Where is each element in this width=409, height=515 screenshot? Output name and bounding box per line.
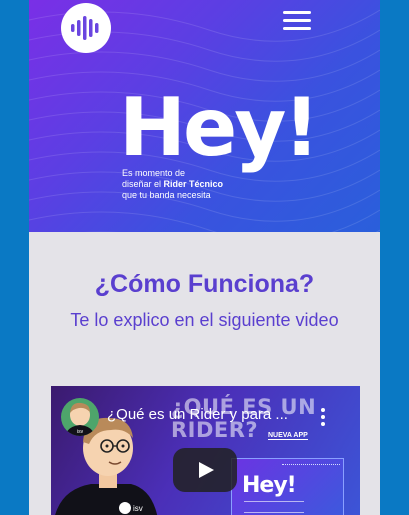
video-embed[interactable]: ¿QUÉ ES UN RIDER? NUEVA APP Hey! isv isv… [51, 386, 360, 515]
section-subtitle: Te lo explico en el siguiente video [70, 310, 339, 330]
play-icon [199, 462, 214, 478]
channel-avatar-image: isv [65, 402, 95, 436]
preview-nav [282, 464, 340, 467]
tagline-line-3: que tu banda necesita [122, 190, 211, 200]
avatar-badge: isv [77, 429, 84, 435]
tagline-line-2-prefix: diseñar el [122, 179, 164, 189]
tagline-line-1: Es momento de [122, 168, 186, 178]
preview-text [244, 501, 304, 513]
hamburger-menu-icon[interactable] [283, 11, 313, 31]
hero-banner: Hey! Es momento de diseñar el Rider Técn… [29, 0, 380, 232]
logo[interactable] [61, 3, 111, 53]
avatar[interactable]: isv [61, 398, 99, 436]
page-container: Hey! Es momento de diseñar el Rider Técn… [29, 0, 380, 515]
hero-tagline: Es momento de diseñar el Rider Técnico q… [122, 168, 272, 201]
tagline-line-2: diseñar el Rider Técnico [122, 179, 272, 190]
play-button[interactable] [173, 448, 237, 492]
preview-heading: Hey! [242, 473, 297, 498]
audio-wave-icon [71, 16, 99, 40]
hero-heading: Hey! [119, 81, 320, 174]
video-title[interactable]: ¿Qué es un Rider y para ... [107, 406, 307, 423]
section-title: ¿Cómo Funciona? [94, 270, 315, 298]
shirt-badge: isv [133, 504, 143, 513]
more-vertical-icon[interactable] [319, 408, 327, 426]
tagline-highlight: Rider Técnico [163, 179, 224, 189]
thumbnail-tag: NUEVA APP [268, 432, 308, 440]
thumbnail-site-preview: Hey! [231, 458, 344, 515]
